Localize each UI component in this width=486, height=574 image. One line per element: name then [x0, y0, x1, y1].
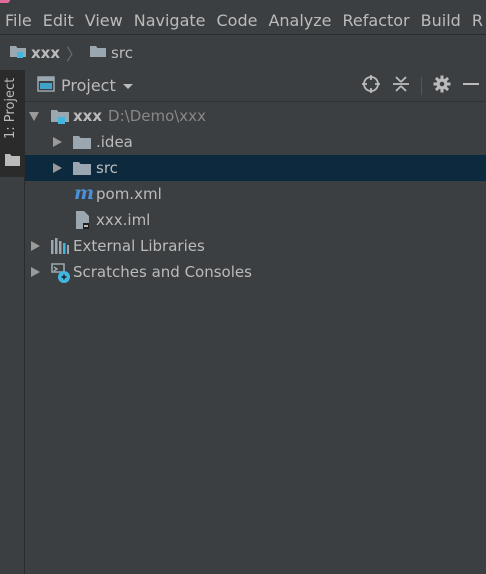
tree-node-src[interactable]: src	[25, 155, 486, 181]
tree-node-pom-label: pom.xml	[96, 185, 162, 203]
navigation-bar: xxx 〉 src	[0, 34, 486, 70]
project-tab-label: 1: Project	[3, 78, 18, 140]
folder-icon	[72, 134, 92, 154]
menu-edit[interactable]: Edit	[38, 7, 80, 34]
tree-node-root-label: xxx D:\Demo\xxx	[73, 107, 206, 125]
tree-node-scratches-label: Scratches and Consoles	[73, 263, 252, 281]
folder-icon	[5, 152, 20, 170]
tree-node-idea-label: .idea	[96, 133, 133, 151]
tree-node-external-libraries-label: External Libraries	[73, 237, 205, 255]
tree-node-pom[interactable]: m pom.xml	[25, 181, 486, 207]
maven-icon: m	[74, 182, 95, 204]
tree-node-iml-label: xxx.iml	[96, 211, 151, 229]
menu-code[interactable]: Code	[212, 7, 264, 34]
project-tool-window-tab[interactable]: 1: Project	[0, 70, 24, 177]
locate-icon[interactable]	[361, 74, 381, 98]
folder-icon	[72, 160, 92, 180]
project-panel-header: Project	[25, 70, 486, 102]
root-module-name: xxx	[73, 107, 103, 125]
window-top-strip	[0, 0, 486, 7]
menu-analyze[interactable]: Analyze	[263, 7, 337, 34]
menu-refactor[interactable]: Refactor	[338, 7, 416, 34]
library-icon	[50, 237, 70, 259]
tree-node-scratches[interactable]: Scratches and Consoles	[25, 259, 486, 285]
project-view-selector[interactable]: Project	[37, 75, 134, 96]
toolbar-divider	[421, 76, 422, 95]
menu-navigate[interactable]: Navigate	[129, 7, 212, 34]
tree-node-root[interactable]: xxx D:\Demo\xxx	[25, 103, 486, 129]
tool-window-strip: 1: Project	[0, 70, 25, 574]
breadcrumb-separator-icon: 〉	[66, 44, 83, 64]
panel-toolbar	[361, 70, 480, 101]
breadcrumb-project[interactable]: xxx	[31, 44, 60, 62]
root-module-path: D:\Demo\xxx	[108, 107, 206, 125]
tree-node-idea[interactable]: .idea	[25, 129, 486, 155]
project-panel-title: Project	[61, 76, 116, 95]
expand-arrow-right-icon[interactable]	[31, 241, 40, 251]
menu-view[interactable]: View	[80, 7, 129, 34]
project-window-icon	[37, 75, 55, 96]
expand-arrow-right-icon[interactable]	[31, 267, 40, 277]
gear-icon[interactable]	[433, 75, 451, 97]
project-panel: Project xxx D:\Demo\xxx .idea src m pom.…	[25, 70, 486, 574]
menu-build[interactable]: Build	[416, 7, 467, 34]
expand-arrow-right-icon[interactable]	[53, 163, 62, 173]
tree-node-external-libraries[interactable]: External Libraries	[25, 233, 486, 259]
app-logo-fragment	[0, 0, 10, 3]
breadcrumb: xxx 〉 src	[0, 41, 133, 65]
module-file-icon	[75, 210, 91, 234]
expand-arrow-down-icon[interactable]	[29, 112, 39, 121]
menu-run-truncated[interactable]: R	[467, 7, 486, 34]
breadcrumb-folder[interactable]: src	[111, 44, 133, 62]
tree-node-src-label: src	[96, 159, 118, 177]
minimize-icon[interactable]	[462, 75, 480, 97]
expand-arrow-right-icon[interactable]	[53, 137, 62, 147]
tree-node-iml[interactable]: xxx.iml	[25, 207, 486, 233]
chevron-down-icon	[122, 77, 134, 95]
module-folder-icon	[50, 107, 70, 129]
menu-file[interactable]: File	[0, 7, 38, 34]
menu-bar: File Edit View Navigate Code Analyze Ref…	[0, 7, 486, 34]
folder-icon	[89, 43, 107, 63]
collapse-all-icon[interactable]	[392, 74, 410, 98]
scratches-icon	[50, 262, 72, 288]
module-folder-icon	[9, 43, 27, 63]
